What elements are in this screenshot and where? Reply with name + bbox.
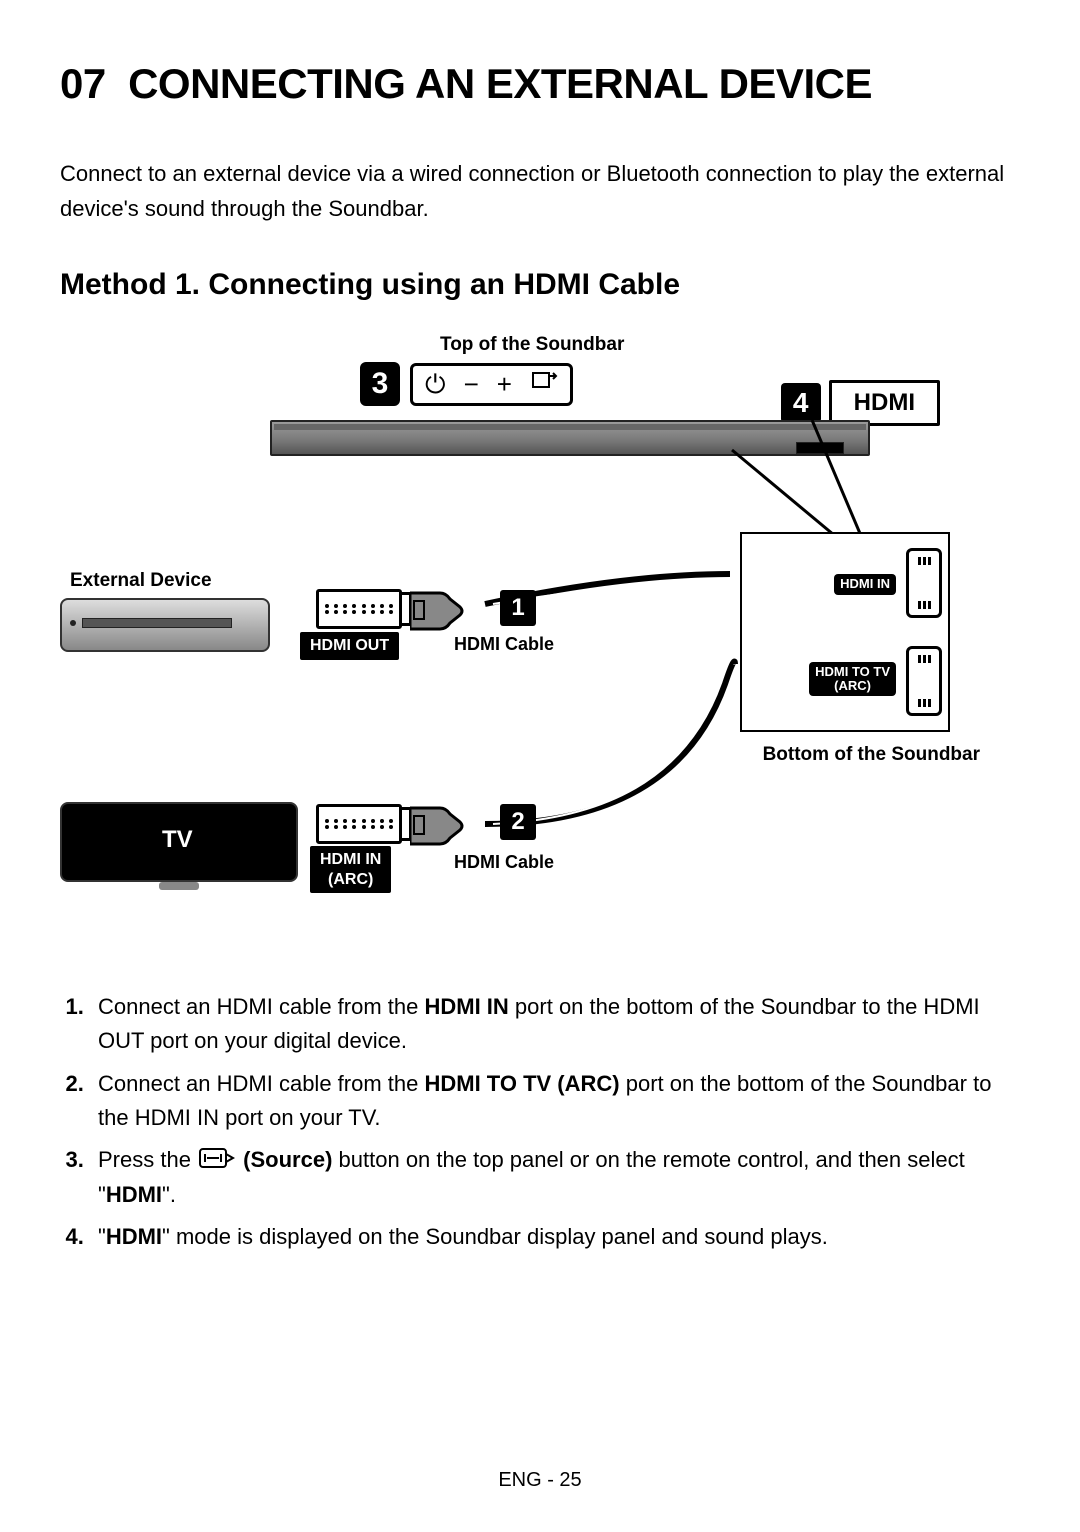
instruction-steps: Connect an HDMI cable from the HDMI IN p… (90, 990, 1020, 1254)
bottom-of-soundbar-label: Bottom of the Soundbar (763, 744, 980, 766)
hdmi-cable-label-1: HDMI Cable (454, 634, 554, 655)
step-4: "HDMI" mode is displayed on the Soundbar… (90, 1220, 1020, 1254)
step-3: Press the (Source) button on the top pan… (90, 1143, 1020, 1212)
section-number: 07 (60, 60, 106, 107)
soundbar-top-buttons: ⏻ − + (410, 363, 573, 406)
hdmi-connector-2 (316, 804, 402, 844)
step-1: Connect an HDMI cable from the HDMI IN p… (90, 990, 1020, 1058)
callout-1: 1 (500, 590, 536, 626)
section-title-text: CONNECTING AN EXTERNAL DEVICE (128, 60, 872, 107)
hdmi-plug-1 (316, 587, 480, 631)
section-title: 07 CONNECTING AN EXTERNAL DEVICE (60, 60, 1020, 108)
hdmi-to-tv-port-label: HDMI TO TV (ARC) (809, 662, 896, 697)
callout-4: 4 (781, 383, 821, 423)
external-device (60, 598, 270, 652)
source-icon (530, 370, 558, 399)
method-heading: Method 1. Connecting using an HDMI Cable (60, 268, 1020, 302)
hdmi-in-arc-tag: HDMI IN (ARC) (310, 846, 391, 892)
plug-tip-2 (410, 802, 480, 846)
external-device-label: External Device (70, 570, 212, 592)
hdmi-out-tag: HDMI OUT (300, 632, 399, 659)
power-icon: ⏻ (425, 371, 446, 397)
hdmi-to-tv-port (906, 646, 942, 716)
tv-label: TV (162, 826, 193, 854)
connection-diagram: Top of the Soundbar 3 ⏻ − + 4 HDMI HDMI … (60, 334, 1020, 954)
soundbar-bottom-panel: HDMI IN HDMI TO TV (ARC) (740, 532, 950, 732)
hdmi-in-port-label: HDMI IN (834, 574, 896, 594)
volume-plus-icon: + (497, 371, 512, 397)
top-panel-group: 3 ⏻ − + (360, 362, 573, 406)
callout-3: 3 (360, 362, 400, 406)
page-footer: ENG - 25 (60, 1469, 1020, 1492)
hdmi-cable-label-2: HDMI Cable (454, 852, 554, 873)
callout-2: 2 (500, 804, 536, 840)
hdmi-connector-1 (316, 589, 402, 629)
top-of-soundbar-label: Top of the Soundbar (440, 334, 624, 356)
plug-tip-1 (410, 587, 480, 631)
volume-minus-icon: − (464, 371, 479, 397)
source-inline-icon (199, 1144, 235, 1178)
hdmi-plug-2 (316, 802, 480, 846)
intro-paragraph: Connect to an external device via a wire… (60, 156, 1020, 226)
step-2: Connect an HDMI cable from the HDMI TO T… (90, 1067, 1020, 1135)
hdmi-in-port (906, 548, 942, 618)
